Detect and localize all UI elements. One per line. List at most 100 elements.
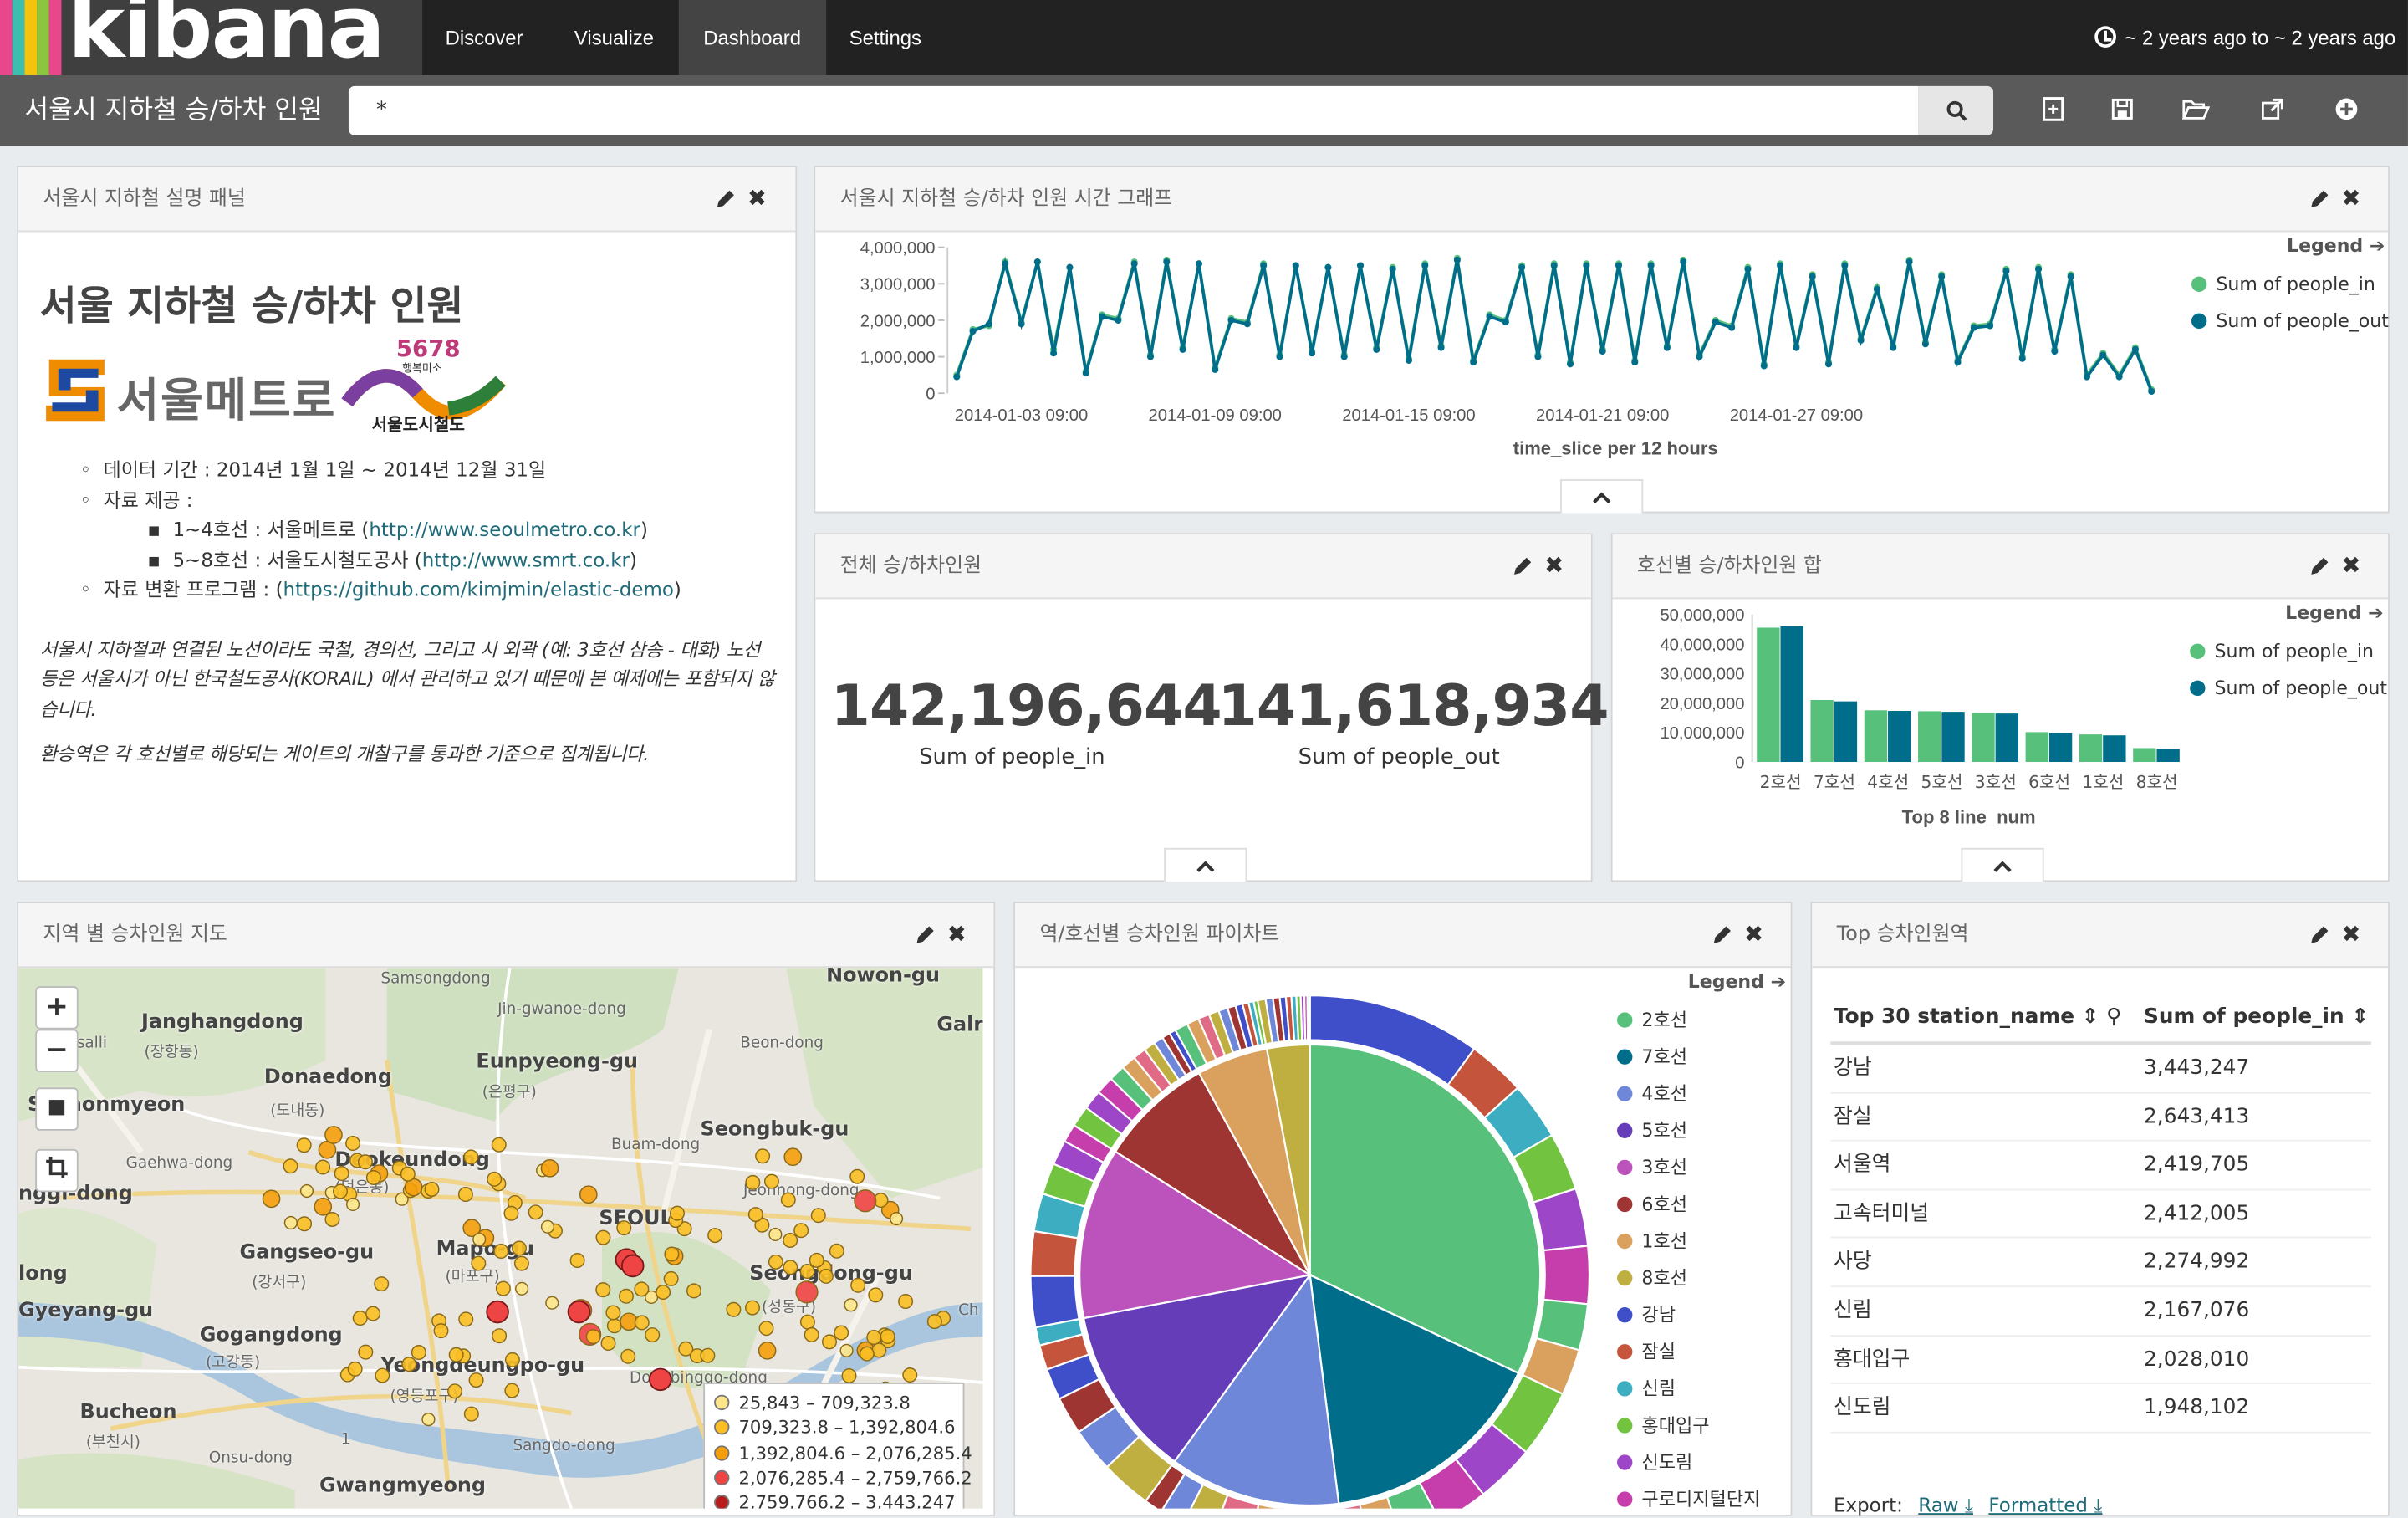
search-button[interactable]: [1918, 86, 1993, 135]
zoom-out-button[interactable]: −: [35, 1030, 78, 1072]
data-point[interactable]: [1406, 357, 1412, 364]
data-point[interactable]: [1050, 350, 1057, 356]
data-point[interactable]: [1147, 354, 1154, 360]
legend-item[interactable]: 2호선: [1617, 1002, 1786, 1039]
pencil-icon[interactable]: [2309, 556, 2330, 578]
map-marker[interactable]: [504, 1207, 518, 1221]
data-point[interactable]: [1987, 322, 1993, 329]
draw-rectangle-button[interactable]: [35, 1087, 78, 1130]
cell-station[interactable]: 서울역: [1830, 1142, 2144, 1188]
close-icon[interactable]: ✖: [2340, 553, 2362, 577]
map-marker[interactable]: [903, 1368, 917, 1383]
map-marker[interactable]: [506, 1353, 520, 1367]
data-point[interactable]: [1728, 325, 1735, 331]
map-marker[interactable]: [448, 1384, 462, 1398]
map-marker[interactable]: [765, 1174, 779, 1188]
map-marker[interactable]: [665, 1247, 679, 1261]
data-point[interactable]: [1115, 317, 1121, 324]
map-marker[interactable]: [542, 1220, 554, 1233]
map-marker[interactable]: [746, 1301, 760, 1315]
map-marker[interactable]: [596, 1230, 610, 1245]
map-marker[interactable]: [746, 1176, 760, 1190]
pencil-icon[interactable]: [2309, 189, 2330, 211]
bar[interactable]: [1757, 627, 1779, 762]
collapse-toggle[interactable]: [1560, 479, 1643, 513]
map-marker[interactable]: [622, 1255, 644, 1277]
data-point[interactable]: [1809, 273, 1816, 280]
map-marker[interactable]: [473, 1234, 486, 1246]
cell-station[interactable]: 잠실: [1830, 1093, 2144, 1140]
map-marker[interactable]: [334, 1184, 348, 1199]
data-point[interactable]: [1825, 360, 1832, 367]
map-marker[interactable]: [570, 1254, 584, 1268]
cell-station[interactable]: 홍대입구: [1830, 1336, 2144, 1383]
map-marker[interactable]: [348, 1362, 362, 1377]
map-marker[interactable]: [325, 1213, 339, 1227]
data-point[interactable]: [1341, 354, 1348, 360]
map-marker[interactable]: [367, 1171, 381, 1185]
map-marker[interactable]: [679, 1342, 693, 1357]
map-marker[interactable]: [375, 1277, 389, 1291]
pencil-icon[interactable]: [2309, 925, 2330, 947]
legend-title[interactable]: Legend ➔: [2191, 235, 2385, 266]
nav-dashboard[interactable]: Dashboard: [679, 0, 826, 75]
data-point[interactable]: [1712, 319, 1719, 325]
map-marker[interactable]: [621, 1350, 635, 1364]
legend-item[interactable]: 5호선: [1617, 1112, 1786, 1149]
cell-station[interactable]: 신도림: [1830, 1384, 2144, 1431]
data-point[interactable]: [1615, 262, 1622, 268]
map-marker[interactable]: [334, 1167, 349, 1181]
map-marker[interactable]: [687, 1284, 701, 1298]
map-marker[interactable]: [325, 1127, 342, 1143]
map-marker[interactable]: [812, 1209, 826, 1223]
data-point[interactable]: [1696, 354, 1702, 360]
map-marker[interactable]: [842, 1369, 856, 1383]
legend-item[interactable]: 3호선: [1617, 1149, 1786, 1186]
data-point[interactable]: [1309, 350, 1315, 356]
map-marker[interactable]: [850, 1169, 865, 1183]
legend-item[interactable]: 잠실: [1617, 1333, 1786, 1370]
map-marker[interactable]: [759, 1321, 773, 1336]
bar[interactable]: [2079, 734, 2102, 762]
map-marker[interactable]: [513, 1241, 527, 1255]
pie-slice[interactable]: [1308, 995, 1310, 1040]
cell-station[interactable]: 신림: [1830, 1287, 2144, 1334]
map-marker[interactable]: [801, 1315, 815, 1329]
open-icon[interactable]: [2182, 97, 2210, 125]
pencil-icon[interactable]: [914, 925, 936, 947]
data-point[interactable]: [1002, 260, 1008, 267]
add-visualization-icon[interactable]: [2333, 97, 2360, 125]
bar[interactable]: [1865, 710, 1887, 762]
legend-item[interactable]: 7호선: [1617, 1039, 1786, 1076]
map-marker[interactable]: [784, 1148, 801, 1165]
data-point[interactable]: [1890, 345, 1896, 351]
data-point[interactable]: [1390, 266, 1396, 273]
map-marker[interactable]: [346, 1137, 360, 1151]
pencil-icon[interactable]: [714, 189, 736, 211]
legend-title[interactable]: Legend ➔: [2190, 602, 2383, 633]
data-point[interactable]: [1034, 258, 1041, 265]
map-marker[interactable]: [359, 1155, 373, 1169]
pencil-icon[interactable]: [1711, 925, 1732, 947]
map-marker[interactable]: [851, 1279, 865, 1293]
map-marker[interactable]: [782, 1193, 796, 1207]
map-marker[interactable]: [645, 1328, 660, 1342]
bar[interactable]: [1996, 713, 2018, 762]
map-marker[interactable]: [860, 1347, 875, 1361]
data-point[interactable]: [2019, 355, 2026, 362]
data-point[interactable]: [1954, 359, 1961, 365]
pie-slice[interactable]: [1030, 1275, 1079, 1327]
data-point[interactable]: [1083, 370, 1089, 376]
map-marker[interactable]: [347, 1199, 360, 1211]
map-marker[interactable]: [375, 1368, 390, 1383]
map-marker[interactable]: [840, 1344, 853, 1357]
map-marker[interactable]: [620, 1290, 634, 1304]
map-marker[interactable]: [796, 1281, 818, 1303]
data-point[interactable]: [1099, 314, 1105, 320]
data-point[interactable]: [2084, 374, 2090, 381]
map-marker[interactable]: [800, 1265, 814, 1279]
data-point[interactable]: [1357, 262, 1364, 268]
map-marker[interactable]: [899, 1295, 913, 1309]
legend-title[interactable]: Legend ➔: [1617, 971, 1786, 1002]
data-point[interactable]: [1793, 345, 1799, 351]
